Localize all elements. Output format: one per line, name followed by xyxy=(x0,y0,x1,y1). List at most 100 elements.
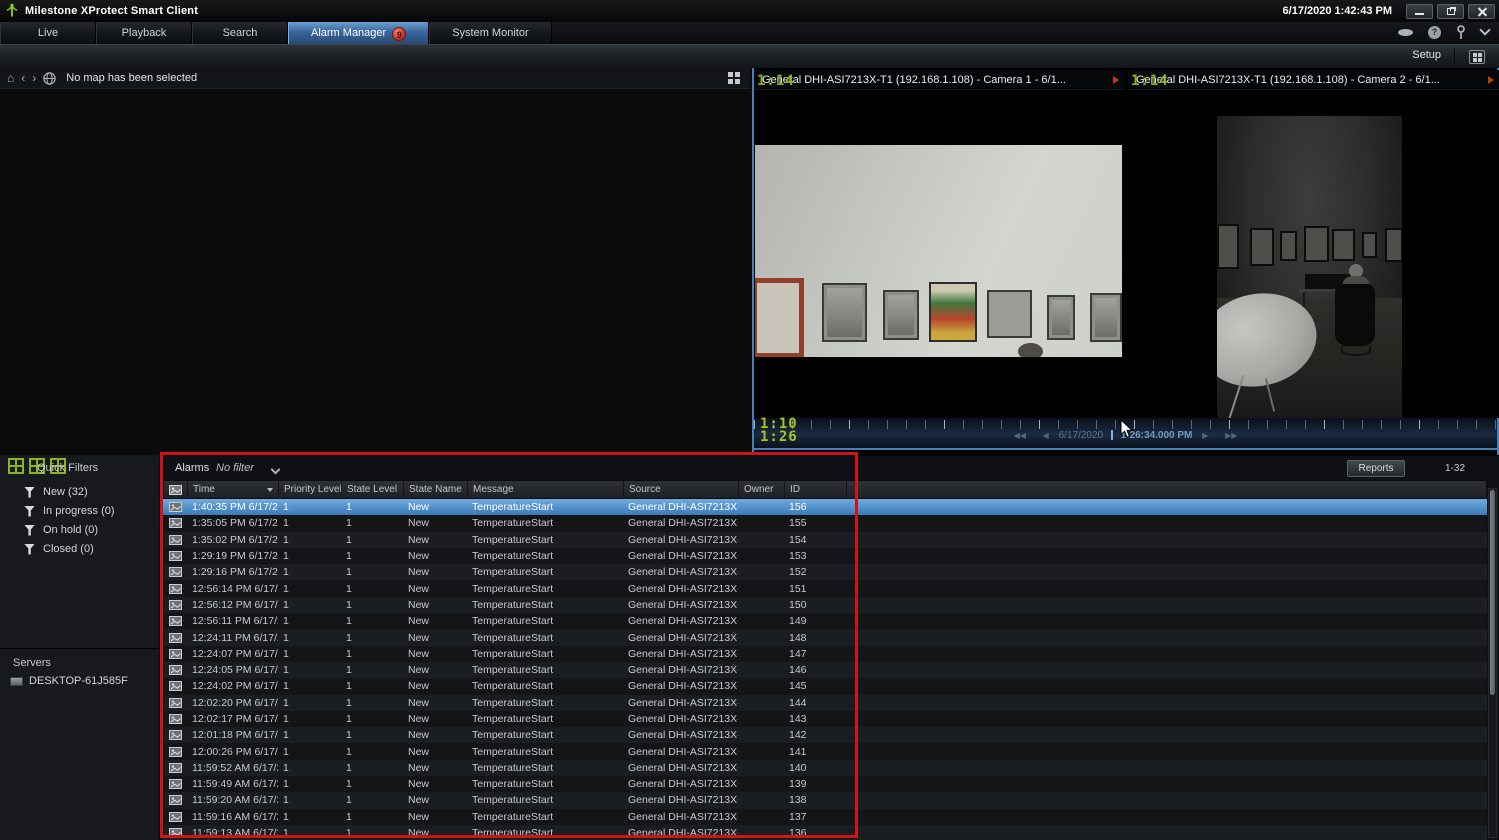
alarm-row-filler xyxy=(846,548,1487,564)
restore-button[interactable] xyxy=(1437,4,1464,19)
header-utility-icons: ? xyxy=(1398,25,1489,39)
layout-toggle-icon[interactable] xyxy=(1469,50,1485,64)
tab-alarm-manager[interactable]: Alarm Manager9 xyxy=(288,22,429,44)
alarm-row-filler xyxy=(846,711,1487,727)
funnel-icon xyxy=(24,544,35,555)
picture-frame xyxy=(1280,231,1297,261)
filter-new[interactable]: New (32) xyxy=(24,484,88,500)
alarm-row-filler xyxy=(846,825,1487,840)
live-indicator-icon xyxy=(1113,76,1119,84)
skip-back-icon[interactable]: ◀◀ xyxy=(1014,431,1026,440)
tab-live[interactable]: Live xyxy=(0,22,96,44)
picture-frame xyxy=(1332,229,1355,261)
filter-on-hold[interactable]: On hold (0) xyxy=(24,522,98,538)
alarm-row-filler xyxy=(846,646,1487,662)
alarm-row-filler xyxy=(846,580,1487,596)
alarm-row-filler xyxy=(846,662,1487,678)
chair-base xyxy=(1341,346,1371,356)
server-item[interactable]: DESKTOP-61J585F xyxy=(10,675,128,687)
alarm-row-filler xyxy=(846,629,1487,645)
picture-frame xyxy=(1047,295,1075,340)
scrollbar-thumb[interactable] xyxy=(1490,490,1495,695)
timeline-date: 6/17/2020 xyxy=(1059,430,1104,441)
map-status-message: No map has been selected xyxy=(66,72,197,84)
camera-2-title: General DHI-ASI7213X-T1 (192.168.1.108) … xyxy=(1136,74,1440,86)
alarm-count-badge: 9 xyxy=(392,27,406,41)
funnel-icon xyxy=(24,506,35,517)
filter-closed[interactable]: Closed (0) xyxy=(24,541,94,557)
alarm-row-filler xyxy=(846,727,1487,743)
video-artifact-clock: 1:10 1:26 xyxy=(760,418,798,444)
server-icon xyxy=(10,677,23,686)
status-cloud-icon[interactable] xyxy=(1398,29,1413,36)
reports-button[interactable]: Reports xyxy=(1347,460,1405,477)
camera-tile-1[interactable]: General DHI-ASI7213X-T1 (192.168.1.108) … xyxy=(754,70,1124,418)
alarm-row-filler xyxy=(846,760,1487,776)
tab-system-monitor[interactable]: System Monitor xyxy=(429,22,551,44)
back-icon[interactable]: ‹ xyxy=(21,72,25,84)
app-title: Milestone XProtect Smart Client xyxy=(25,5,198,17)
camera-tile-2[interactable]: General DHI-ASI7213X-T1 (192.168.1.108) … xyxy=(1128,70,1499,418)
column-filler xyxy=(847,481,1486,498)
live-indicator-icon xyxy=(1488,76,1494,84)
home-icon[interactable]: ⌂ xyxy=(7,72,14,84)
picture-frame xyxy=(1385,228,1402,262)
alarm-row-filler xyxy=(846,515,1487,531)
help-icon[interactable]: ? xyxy=(1428,26,1441,39)
camera-2-header: General DHI-ASI7213X-T1 (192.168.1.108) … xyxy=(1128,70,1499,90)
servers-section: Servers DESKTOP-61J585F xyxy=(0,648,159,649)
video-artifact-overlay: 1:14 xyxy=(1131,71,1169,90)
video-artifact-overlay: 1:14 xyxy=(757,71,795,90)
camera-view-area: General DHI-ASI7213X-T1 (192.168.1.108) … xyxy=(752,68,1499,455)
alarm-row-filler xyxy=(846,792,1487,808)
alarm-table-scrollbar[interactable] xyxy=(1488,488,1497,838)
picture-frame xyxy=(822,283,867,342)
key-icon[interactable] xyxy=(1456,25,1466,40)
alarm-row-filler xyxy=(846,532,1487,548)
quick-filters-title: Quick Filters xyxy=(37,462,98,474)
picture-frame xyxy=(1217,224,1239,269)
close-button[interactable] xyxy=(1468,4,1495,19)
picture-frame xyxy=(1090,293,1122,342)
picture-frame xyxy=(1250,228,1274,266)
alarm-row-filler xyxy=(846,597,1487,613)
alarm-row-filler xyxy=(846,776,1487,792)
map-layout-icon[interactable] xyxy=(728,72,740,84)
servers-title: Servers xyxy=(13,657,51,669)
tab-search[interactable]: Search xyxy=(192,22,288,44)
alarm-row-filler xyxy=(846,564,1487,580)
filter-in-progress[interactable]: In progress (0) xyxy=(24,503,115,519)
picture-frame xyxy=(1362,232,1377,258)
minimize-button[interactable] xyxy=(1406,4,1433,19)
setup-button[interactable]: Setup xyxy=(1412,49,1441,61)
step-back-icon[interactable]: ◀ xyxy=(1043,431,1049,440)
toolbar-divider xyxy=(1454,48,1455,65)
wall-speaker xyxy=(1018,343,1043,357)
workspace-toolbar: Setup xyxy=(0,44,1499,68)
alarm-row-filler xyxy=(846,695,1487,711)
alarm-range-label: 1-32 xyxy=(1445,463,1465,474)
office-chair xyxy=(1335,284,1375,346)
milestone-logo-icon xyxy=(5,3,19,19)
timeline-cursor[interactable] xyxy=(1111,430,1113,440)
camera-1-video[interactable] xyxy=(754,91,1124,418)
alarm-row-filler xyxy=(846,613,1487,629)
alarm-sidebar: Quick Filters New (32) In progress (0) O… xyxy=(0,455,160,840)
picture-frame xyxy=(883,290,919,340)
map-toolbar: ⌂ ‹ › No map has been selected xyxy=(0,68,750,89)
camera-1-header: General DHI-ASI7213X-T1 (192.168.1.108) … xyxy=(754,70,1124,90)
step-forward-icon[interactable]: ▶ xyxy=(1202,431,1208,440)
camera-2-frame xyxy=(1217,116,1402,418)
picture-frame xyxy=(755,278,804,357)
forward-icon[interactable]: › xyxy=(32,72,36,84)
main-tab-bar: Live Playback Search Alarm Manager9 Syst… xyxy=(0,22,1499,44)
chevron-down-icon[interactable] xyxy=(1479,24,1490,35)
picture-frame xyxy=(929,282,977,342)
tab-playback[interactable]: Playback xyxy=(96,22,192,44)
skip-forward-icon[interactable]: ▶▶ xyxy=(1225,431,1237,440)
globe-icon[interactable] xyxy=(43,72,56,85)
system-clock: 6/17/2020 1:42:43 PM xyxy=(1283,5,1392,17)
title-bar: Milestone XProtect Smart Client 6/17/202… xyxy=(0,0,1499,22)
annotation-rectangle xyxy=(160,452,858,838)
camera-2-video[interactable] xyxy=(1128,91,1499,418)
